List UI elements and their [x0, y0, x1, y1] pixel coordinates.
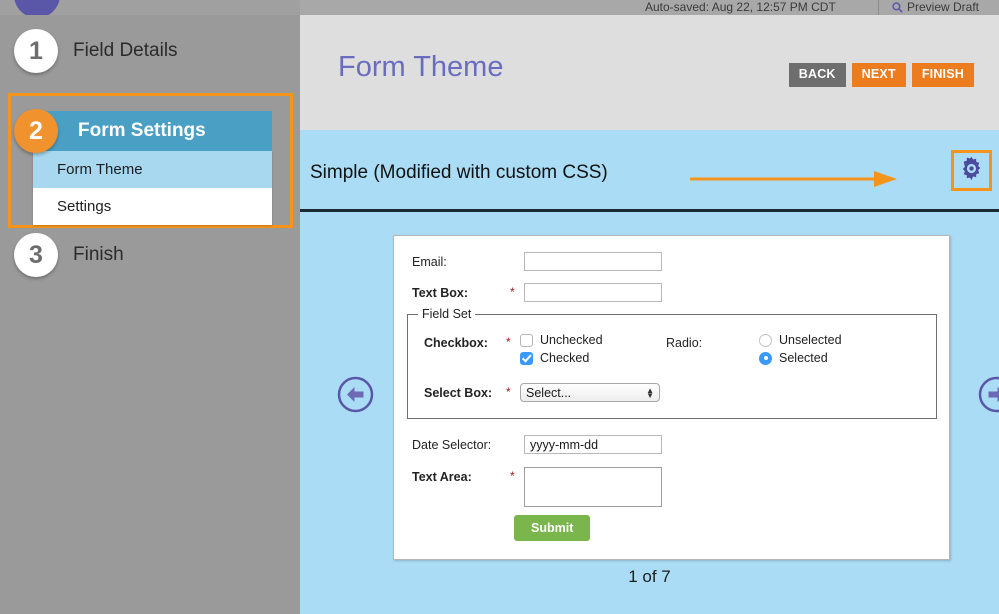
- wizard-button-row: BACK NEXT FINISH: [789, 63, 974, 87]
- sidebar-subitems: Form Theme Settings: [33, 151, 272, 225]
- step-label: Field Details: [73, 40, 178, 62]
- page-title: Form Theme: [338, 51, 503, 84]
- fieldset-group: Field Set Checkbox: * Unchecked Checked: [407, 314, 937, 419]
- arrow-right-annotation-icon: [690, 170, 900, 188]
- next-button[interactable]: NEXT: [852, 63, 906, 87]
- step-number-badge-wrapper: 2: [14, 109, 58, 153]
- theme-settings-button[interactable]: [951, 150, 992, 191]
- magnifier-icon: [892, 2, 903, 13]
- submit-button[interactable]: Submit: [514, 515, 590, 541]
- required-marker: *: [506, 383, 520, 399]
- radio-option-unselected[interactable]: Unselected: [759, 333, 842, 347]
- radio-option-label: Selected: [779, 351, 828, 365]
- radio-options: Unselected Selected: [759, 333, 842, 369]
- checkbox-label: Checkbox:: [424, 333, 506, 350]
- sidebar-item-settings[interactable]: Settings: [33, 188, 272, 225]
- field-row-selectbox: Select Box: * Select... ▲▼: [424, 383, 660, 402]
- sidebar-item-form-theme[interactable]: Form Theme: [33, 151, 272, 188]
- step-label: Finish: [73, 244, 124, 266]
- sidebar-step-finish[interactable]: 3 Finish: [14, 233, 124, 277]
- checkbox-unchecked-icon[interactable]: [520, 334, 533, 347]
- field-row-textbox: Text Box: *: [412, 283, 662, 302]
- sidebar-step-form-settings[interactable]: Form Settings: [33, 111, 272, 151]
- textarea-label: Text Area:: [412, 467, 510, 484]
- step-number-badge: 1: [14, 29, 58, 73]
- selectbox-field[interactable]: Select... ▲▼: [520, 383, 660, 402]
- required-marker: *: [510, 283, 524, 299]
- email-label: Email:: [412, 252, 510, 269]
- required-marker: *: [506, 333, 520, 349]
- date-label: Date Selector:: [412, 435, 510, 452]
- checkbox-option-label: Checked: [540, 351, 589, 365]
- radio-option-selected[interactable]: Selected: [759, 351, 842, 365]
- page-indicator: 1 of 7: [300, 567, 999, 587]
- radio-unselected-icon[interactable]: [759, 334, 772, 347]
- back-button[interactable]: BACK: [789, 63, 846, 87]
- sidebar-step-field-details[interactable]: 1 Field Details: [14, 29, 178, 73]
- preview-stage: Email: Text Box: * Field Set Checkbox: *: [300, 212, 999, 614]
- step-number-badge: 3: [14, 233, 58, 277]
- step-number-badge: 2: [14, 109, 58, 153]
- checkbox-option-checked[interactable]: Checked: [520, 351, 603, 365]
- field-row-textarea: Text Area: *: [412, 467, 662, 507]
- form-preview-card: Email: Text Box: * Field Set Checkbox: *: [393, 235, 950, 560]
- field-row-checkbox: Checkbox: * Unchecked Checked: [424, 333, 603, 369]
- theme-name: Simple (Modified with custom CSS): [310, 162, 608, 184]
- field-row-date: Date Selector: yyyy-mm-dd: [412, 435, 662, 454]
- theme-bar: Simple (Modified with custom CSS): [300, 130, 999, 210]
- selectbox-value: Select...: [526, 386, 571, 400]
- fieldset-legend: Field Set: [418, 307, 475, 321]
- gear-icon: [959, 156, 984, 186]
- arrow-left-circle-icon[interactable]: [337, 376, 374, 413]
- radio-label: Radio:: [666, 333, 759, 350]
- main-header: Form Theme BACK NEXT FINISH: [300, 15, 999, 130]
- textarea-field[interactable]: [524, 467, 662, 507]
- top-bar-inner: Auto-saved: Aug 22, 12:57 PM CDT Preview…: [300, 0, 999, 15]
- radio-selected-icon[interactable]: [759, 352, 772, 365]
- preview-draft-button[interactable]: Preview Draft: [892, 0, 979, 14]
- app-root: Auto-saved: Aug 22, 12:57 PM CDT Preview…: [0, 0, 999, 614]
- email-field[interactable]: [524, 252, 662, 271]
- required-marker: *: [510, 467, 524, 483]
- textbox-label: Text Box:: [412, 283, 510, 300]
- sidebar-item-label: Settings: [57, 198, 111, 215]
- date-field[interactable]: yyyy-mm-dd: [524, 435, 662, 454]
- checkbox-options: Unchecked Checked: [520, 333, 603, 369]
- required-spacer: [510, 252, 524, 254]
- checkbox-option-unchecked[interactable]: Unchecked: [520, 333, 603, 347]
- sidebar: 1 Field Details Form Settings 2 Form The…: [0, 15, 300, 614]
- preview-draft-label: Preview Draft: [907, 0, 979, 14]
- textbox-field[interactable]: [524, 283, 662, 302]
- arrow-right-circle-icon[interactable]: [978, 376, 999, 413]
- checkbox-option-label: Unchecked: [540, 333, 603, 347]
- sidebar-item-label: Form Theme: [57, 161, 143, 178]
- step-label: Form Settings: [78, 120, 206, 142]
- radio-option-label: Unselected: [779, 333, 842, 347]
- checkbox-checked-icon[interactable]: [520, 352, 533, 365]
- autosave-status: Auto-saved: Aug 22, 12:57 PM CDT: [645, 0, 836, 14]
- select-chevrons-icon: ▲▼: [646, 388, 654, 398]
- top-bar-divider: [878, 0, 879, 15]
- main-panel: Form Theme BACK NEXT FINISH Simple (Modi…: [300, 15, 999, 614]
- selectbox-label: Select Box:: [424, 383, 506, 400]
- field-row-radio: Radio: Unselected Selected: [666, 333, 842, 369]
- required-spacer: [510, 435, 524, 437]
- field-row-email: Email:: [412, 252, 662, 271]
- top-bar: Auto-saved: Aug 22, 12:57 PM CDT Preview…: [0, 0, 999, 15]
- finish-button[interactable]: FINISH: [912, 63, 974, 87]
